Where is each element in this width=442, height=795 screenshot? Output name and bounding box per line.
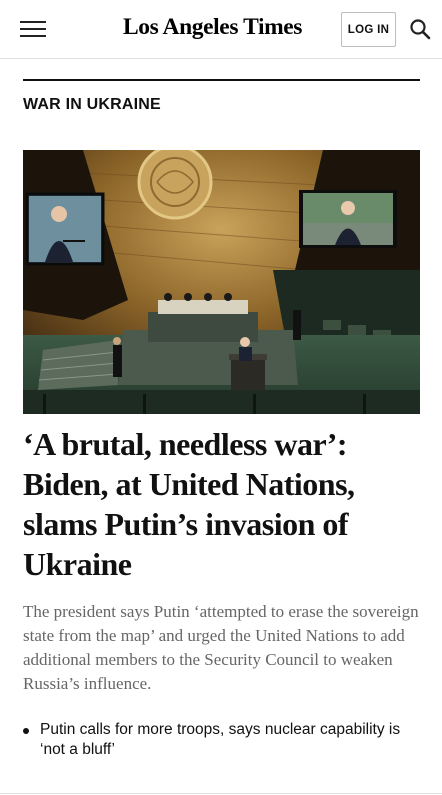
menu-bar <box>20 35 46 37</box>
site-logo[interactable]: Los Angeles Times <box>123 14 323 41</box>
bottom-divider <box>0 793 442 794</box>
article-dek: The president says Putin ‘attempted to e… <box>23 602 419 693</box>
search-icon[interactable] <box>409 18 431 40</box>
menu-bar <box>20 21 46 23</box>
login-button[interactable]: LOG IN <box>341 12 396 47</box>
section-label[interactable]: WAR IN UKRAINE <box>23 96 161 114</box>
menu-bar <box>20 28 46 30</box>
hamburger-menu-icon[interactable] <box>20 19 46 39</box>
related-link[interactable]: Putin calls for more troops, says nuclea… <box>23 720 420 760</box>
related-link-text[interactable]: Putin calls for more troops, says nuclea… <box>40 720 420 760</box>
section-divider <box>23 79 420 81</box>
site-header: Los Angeles Times LOG IN <box>0 0 442 59</box>
article-headline[interactable]: ‘A brutal, needless war’: Biden, at Unit… <box>23 424 420 584</box>
bullet-dot-icon <box>23 728 29 734</box>
hero-image[interactable] <box>23 150 420 414</box>
